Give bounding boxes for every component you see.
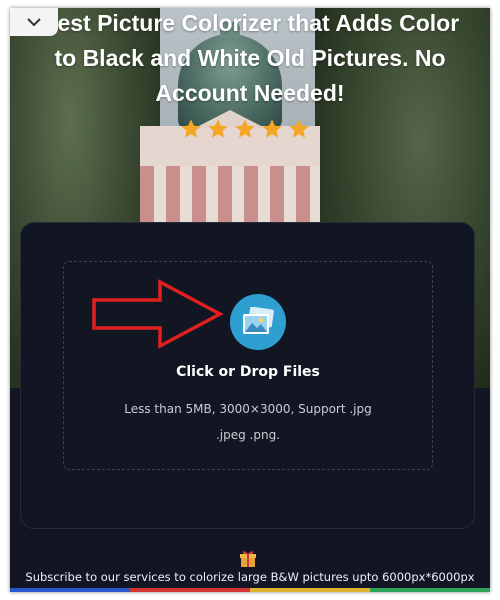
title-line-2: to Black and White Old Pictures. No (54, 45, 446, 71)
drop-zone-hint: Less than 5MB, 3000×3000, Support .jpg .… (108, 396, 388, 448)
drop-zone-title[interactable]: Click or Drop Files (64, 364, 432, 380)
title-line-1: Best Picture Colorizer that Adds Color (40, 10, 460, 36)
gift-icon (240, 551, 256, 567)
star-icon (262, 119, 282, 138)
dropdown-toggle-button[interactable] (10, 8, 58, 36)
chevron-down-icon (27, 18, 41, 27)
page-title: Best Picture Colorizer that Adds Color t… (10, 8, 490, 118)
bottom-color-strip (10, 588, 490, 592)
star-icon (289, 119, 309, 138)
star-icon (181, 119, 201, 138)
drop-hint-line-1: Less than 5MB, 3000×3000, Support .jpg (124, 402, 372, 416)
image-upload-icon[interactable] (230, 294, 286, 350)
browser-viewport: Best Picture Colorizer that Adds Color t… (10, 8, 490, 592)
upload-card: Click or Drop Files Less than 5MB, 3000×… (20, 222, 475, 529)
star-icon (208, 119, 228, 138)
subscribe-banner-text[interactable]: Subscribe to our services to colorize la… (10, 570, 490, 584)
rating-stars (180, 118, 310, 140)
picture-icon (243, 307, 274, 334)
star-icon (235, 119, 255, 138)
title-line-3: Account Needed! (155, 80, 345, 106)
drop-hint-line-2: .jpeg .png. (215, 428, 281, 442)
red-arrow-annotation (92, 279, 224, 349)
